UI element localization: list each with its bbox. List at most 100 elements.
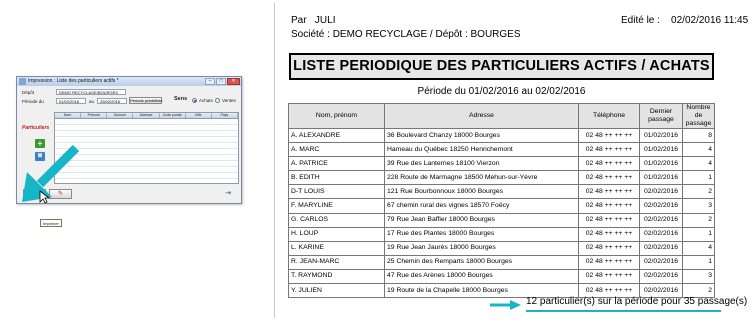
grid-col-ville[interactable]: Ville	[186, 113, 212, 118]
cell-phone: 02 48 ++ ++ ++	[578, 170, 640, 186]
minimize-button[interactable]: –	[205, 78, 215, 85]
col-name-header: Nom, prénom	[288, 103, 385, 129]
app-icon	[19, 78, 26, 85]
table-row: A. MARC Hameau du Québec 18250 Henrichemo…	[288, 142, 715, 158]
report-table-body: A. ALEXANDRE 36 Boulevard Chanzy 18000 Bo…	[288, 127, 715, 299]
sens-label: Sens	[174, 96, 188, 102]
table-row: B. EDITH 228 Route de Marmagne 18500 Mehu…	[288, 170, 715, 186]
cell-name: L. KARINE	[288, 240, 385, 256]
grid-col-nom[interactable]: Nom	[55, 113, 82, 118]
cell-last-passage: 01/02/2016	[639, 156, 683, 172]
grid-col-code-postal[interactable]: Code postal	[160, 113, 186, 118]
cell-name: A. MARC	[288, 142, 385, 158]
cell-address: 17 Rue des Plantes 18000 Bourges	[384, 226, 579, 242]
table-row: H. LOUP 17 Rue des Plantes 18000 Bourges 0…	[288, 226, 715, 242]
periode-label: Période du	[22, 99, 44, 104]
col-address-header: Adresse	[384, 103, 579, 129]
par-value: JULI	[314, 15, 336, 26]
grid-col-prenom[interactable]: Prénom	[81, 113, 108, 118]
summary-underline	[526, 310, 721, 312]
grid-col-pays[interactable]: Pays	[212, 113, 238, 118]
table-row: R. JEAN-MARC 25 Chemin des Remparts 18000…	[288, 254, 715, 270]
cell-phone: 02 48 ++ ++ ++	[578, 254, 640, 270]
mouse-cursor-icon	[39, 190, 51, 204]
cell-name: A. ALEXANDRE	[288, 127, 385, 144]
cell-name: T. RAYMOND	[288, 268, 385, 285]
cell-phone: 02 48 ++ ++ ++	[578, 142, 640, 158]
cell-passage-count: 8	[682, 127, 715, 144]
col-phone-header: Téléphone	[578, 103, 640, 129]
radio-achats-label: Achats	[199, 98, 213, 103]
dialog-titlebar: Impression : Liste des particuliers acti…	[17, 77, 241, 86]
cell-last-passage: 01/02/2016	[639, 127, 683, 144]
report-table-header: Nom, prénom Adresse Téléphone Dernier pa…	[288, 103, 715, 129]
exit-icon[interactable]: ⇥	[223, 189, 233, 198]
cell-address: 19 Rue Jean Jaurès 18000 Bourges	[384, 240, 579, 256]
cell-last-passage: 02/02/2016	[639, 254, 683, 270]
cell-phone: 02 48 ++ ++ ++	[578, 198, 640, 214]
edited-label: Edité le :	[621, 15, 660, 26]
dialog-title: Impression : Liste des particuliers acti…	[28, 78, 119, 84]
date-to-field[interactable]: 29/02/2016	[97, 98, 127, 104]
cell-phone: 02 48 ++ ++ ++	[578, 240, 640, 256]
print-tooltip: Imprimer	[40, 219, 62, 227]
cell-address: 47 Rue des Arènes 18000 Bourges	[384, 268, 579, 285]
summary-arrow-icon	[490, 300, 521, 310]
cell-passage-count: 4	[682, 142, 715, 158]
grid-col-adresse[interactable]: Adresse	[133, 113, 160, 118]
cell-last-passage: 01/02/2016	[639, 170, 683, 186]
par-label: Par	[291, 15, 307, 26]
cell-name: Y. JULIEN	[288, 283, 385, 299]
cell-last-passage: 02/02/2016	[639, 226, 683, 242]
cell-passage-count: 1	[682, 226, 715, 242]
grid-col-surnom[interactable]: Surnom	[107, 113, 134, 118]
report-table: Nom, prénom Adresse Téléphone Dernier pa…	[288, 103, 715, 299]
col-count-header: Nombre de passage	[682, 103, 715, 129]
table-row: D-T LOUIS 121 Rue Bourbonnoux 18000 Bourg…	[288, 184, 715, 200]
report-company: Société : DEMO RECYCLAGE / Dépôt : BOURG…	[291, 29, 521, 40]
cell-passage-count: 4	[682, 240, 715, 256]
depot-field[interactable]: DEMO RECYCLAGE/BOURGES	[56, 89, 126, 95]
table-row: A. PATRICE 39 Rue des Lanternes 18100 Vie…	[288, 156, 715, 172]
edited-value: 02/02/2016 11:45	[671, 15, 749, 26]
radio-achats[interactable]	[192, 98, 197, 103]
cell-last-passage: 01/02/2016	[639, 142, 683, 158]
cell-address: 25 Chemin des Remparts 18000 Bourges	[384, 254, 579, 270]
cell-last-passage: 02/02/2016	[639, 268, 683, 285]
close-button[interactable]: ✕	[227, 78, 240, 85]
cell-last-passage: 02/02/2016	[639, 198, 683, 214]
cell-address: 67 chemin rural des vignes 18570 Foëcy	[384, 198, 579, 214]
date-from-field[interactable]: 01/02/2016	[56, 98, 86, 104]
cell-name: H. LOUP	[288, 226, 385, 242]
cell-last-passage: 02/02/2016	[639, 212, 683, 228]
report-period: Période du 01/02/2016 au 02/02/2016	[417, 86, 586, 97]
cell-address: 121 Rue Bourbonnoux 18000 Bourges	[384, 184, 579, 200]
particuliers-label: Particuliers	[22, 125, 50, 131]
predefined-period-button[interactable]: Période prédéfinie	[129, 97, 162, 104]
au-label: au	[89, 99, 95, 104]
maximize-button[interactable]: □	[216, 78, 226, 85]
cell-address: 36 Boulevard Chanzy 18000 Bourges	[384, 127, 579, 144]
cell-phone: 02 48 ++ ++ ++	[578, 226, 640, 242]
cell-phone: 02 48 ++ ++ ++	[578, 127, 640, 144]
table-row: A. ALEXANDRE 36 Boulevard Chanzy 18000 Bo…	[288, 127, 715, 144]
cell-name: F. MARYLINE	[288, 198, 385, 214]
cell-name: G. CARLOS	[288, 212, 385, 228]
grid-rows[interactable]	[55, 119, 238, 183]
cell-passage-count: 1	[682, 254, 715, 270]
cell-address: 228 Route de Marmagne 18500 Mehun-sur-Yè…	[384, 170, 579, 186]
cell-name: B. EDITH	[288, 170, 385, 186]
cell-address: 79 Rue Jean Baffier 18000 Bourges	[384, 212, 579, 228]
cell-phone: 02 48 ++ ++ ++	[578, 184, 640, 200]
cell-passage-count: 3	[682, 198, 715, 214]
particuliers-grid[interactable]: Nom Prénom Surnom Adresse Code postal Vi…	[54, 112, 239, 184]
table-row: T. RAYMOND 47 Rue des Arènes 18000 Bourge…	[288, 268, 715, 285]
radio-ventes-label: Ventes	[222, 98, 236, 103]
depot-label: Dépôt	[22, 90, 35, 95]
radio-ventes[interactable]	[215, 98, 220, 103]
col-last-header: Dernier passage	[639, 103, 683, 129]
cell-passage-count: 3	[682, 268, 715, 285]
report-title: LISTE PERIODIQUE DES PARTICULIERS ACTIFS…	[289, 53, 714, 80]
cell-phone: 02 48 ++ ++ ++	[578, 268, 640, 285]
cell-passage-count: 2	[682, 212, 715, 228]
